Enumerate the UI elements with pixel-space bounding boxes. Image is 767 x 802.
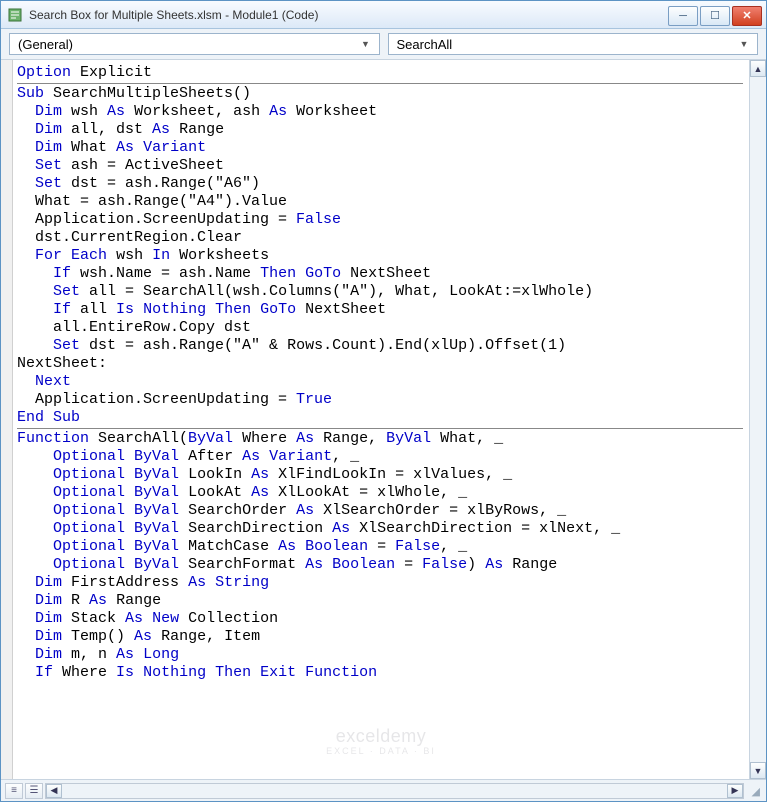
code-editor[interactable]: Option Explicit Sub SearchMultipleSheets… [13, 60, 749, 779]
chevron-down-icon: ▼ [357, 35, 375, 53]
procedure-view-icon[interactable]: ≡ [5, 783, 23, 799]
code-text[interactable]: Option Explicit Sub SearchMultipleSheets… [13, 60, 749, 686]
close-button[interactable]: ✕ [732, 6, 762, 26]
scroll-up-icon[interactable]: ▲ [750, 60, 766, 77]
code-area: Option Explicit Sub SearchMultipleSheets… [1, 60, 766, 779]
window-buttons: ─ ☐ ✕ [668, 4, 766, 26]
maximize-button[interactable]: ☐ [700, 6, 730, 26]
procedure-dropdown-text: SearchAll [397, 37, 736, 52]
watermark: exceldemy EXCEL · DATA · BI [326, 727, 436, 757]
resize-grip-icon[interactable]: ◢ [746, 783, 762, 799]
scroll-down-icon[interactable]: ▼ [750, 762, 766, 779]
object-procedure-row: (General) ▼ SearchAll ▼ [1, 29, 766, 60]
vertical-scrollbar[interactable]: ▲ ▼ [749, 60, 766, 779]
object-dropdown[interactable]: (General) ▼ [9, 33, 380, 55]
scroll-track[interactable] [750, 77, 766, 762]
scroll-left-icon[interactable]: ◀ [46, 784, 62, 798]
statusbar: ≡ ☰ ◀ ▶ ◢ [1, 779, 766, 801]
chevron-down-icon: ▼ [735, 35, 753, 53]
scroll-right-icon[interactable]: ▶ [727, 784, 743, 798]
margin-indicator-bar[interactable] [1, 60, 13, 779]
vba-module-icon [7, 7, 23, 23]
object-dropdown-text: (General) [18, 37, 357, 52]
procedure-dropdown[interactable]: SearchAll ▼ [388, 33, 759, 55]
full-module-view-icon[interactable]: ☰ [25, 783, 43, 799]
vba-code-window: Search Box for Multiple Sheets.xlsm - Mo… [0, 0, 767, 802]
minimize-button[interactable]: ─ [668, 6, 698, 26]
window-title: Search Box for Multiple Sheets.xlsm - Mo… [29, 8, 668, 22]
horizontal-scrollbar[interactable]: ◀ ▶ [45, 783, 744, 799]
titlebar[interactable]: Search Box for Multiple Sheets.xlsm - Mo… [1, 1, 766, 29]
